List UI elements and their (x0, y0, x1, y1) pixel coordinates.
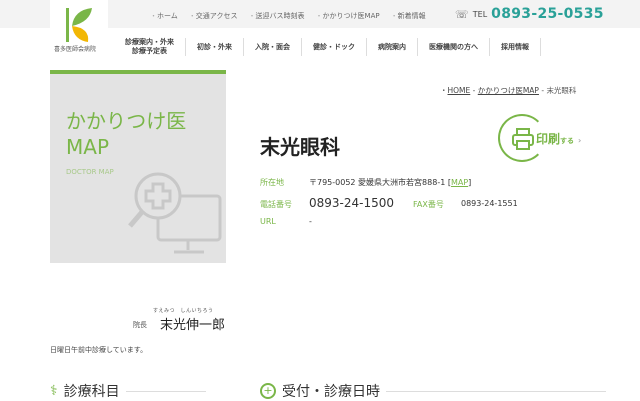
nav-label: 診療予定表 (132, 47, 167, 55)
director-name: 末光伸一郎 (160, 318, 226, 333)
hero-subtitle: DOCTOR MAP (66, 168, 114, 176)
breadcrumb-map[interactable]: かかりつけ医MAP (478, 86, 539, 95)
top-nav-bus[interactable]: 送迎バス時刻表 (248, 11, 304, 21)
phone-icon: ☏ (455, 7, 469, 21)
doctor-search-icon (128, 172, 222, 254)
section-hours: + 受付・診療日時 (260, 381, 606, 401)
tel-number[interactable]: 0893-25-0535 (491, 6, 604, 22)
nav-label: 診療案内・外来 (125, 38, 174, 46)
top-nav-news[interactable]: 新着情報 (391, 11, 426, 21)
nav-checkup[interactable]: 健診・ドック (302, 38, 367, 56)
print-label[interactable]: 印刷する › (536, 130, 581, 147)
breadcrumb: ・HOME - かかりつけ医MAP - 末光眼科 (440, 86, 577, 95)
logo-name: 喜多医師会病院 (54, 46, 97, 53)
top-nav-map[interactable]: かかりつけ医MAP (315, 11, 379, 21)
hero-banner: かかりつけ医 MAP DOCTOR MAP (50, 70, 226, 263)
nav-about[interactable]: 病院案内 (367, 38, 418, 56)
header-tel: ☏ TEL 0893-25-0535 (455, 6, 604, 22)
breadcrumb-current: 末光眼科 (546, 86, 577, 95)
chevron-right-icon: › (578, 136, 582, 145)
hero-title: かかりつけ医 MAP (66, 109, 187, 159)
printer-icon (512, 128, 534, 150)
plus-circle-icon: + (260, 383, 276, 399)
section-departments: ⚕ 診療科目 (50, 381, 206, 401)
logo[interactable]: 喜多医師会病院 (50, 0, 108, 60)
top-nav-access[interactable]: 交通アクセス (189, 11, 238, 21)
director-furigana: すえみつ しんいちろう (153, 308, 214, 314)
main-nav: 診療案内・外来 診療予定表 初診・外来 入院・面会 健診・ドック 病院案内 医療機… (114, 38, 541, 56)
nav-schedule[interactable]: 診療案内・外来 診療予定表 (114, 38, 186, 56)
stethoscope-icon: ⚕ (50, 383, 58, 399)
nav-first-visit[interactable]: 初診・外来 (186, 38, 244, 56)
logo-icon (66, 8, 92, 42)
director-title: 院長 (133, 321, 147, 329)
breadcrumb-home[interactable]: HOME (448, 86, 471, 95)
nav-admission[interactable]: 入院・面会 (244, 38, 302, 56)
tel-label: TEL (472, 9, 488, 19)
top-nav-home[interactable]: ホーム (150, 11, 178, 21)
top-nav: ホーム 交通アクセス 送迎バス時刻表 かかりつけ医MAP 新着情報 (150, 11, 426, 21)
nav-medical[interactable]: 医療機関の方へ (418, 38, 490, 56)
page-title: 末光眼科 (260, 135, 340, 159)
clinic-note: 日曜日午前中診療しています。 (50, 346, 148, 354)
nav-recruit[interactable]: 採用情報 (490, 38, 541, 56)
map-link[interactable]: MAP (451, 178, 468, 187)
